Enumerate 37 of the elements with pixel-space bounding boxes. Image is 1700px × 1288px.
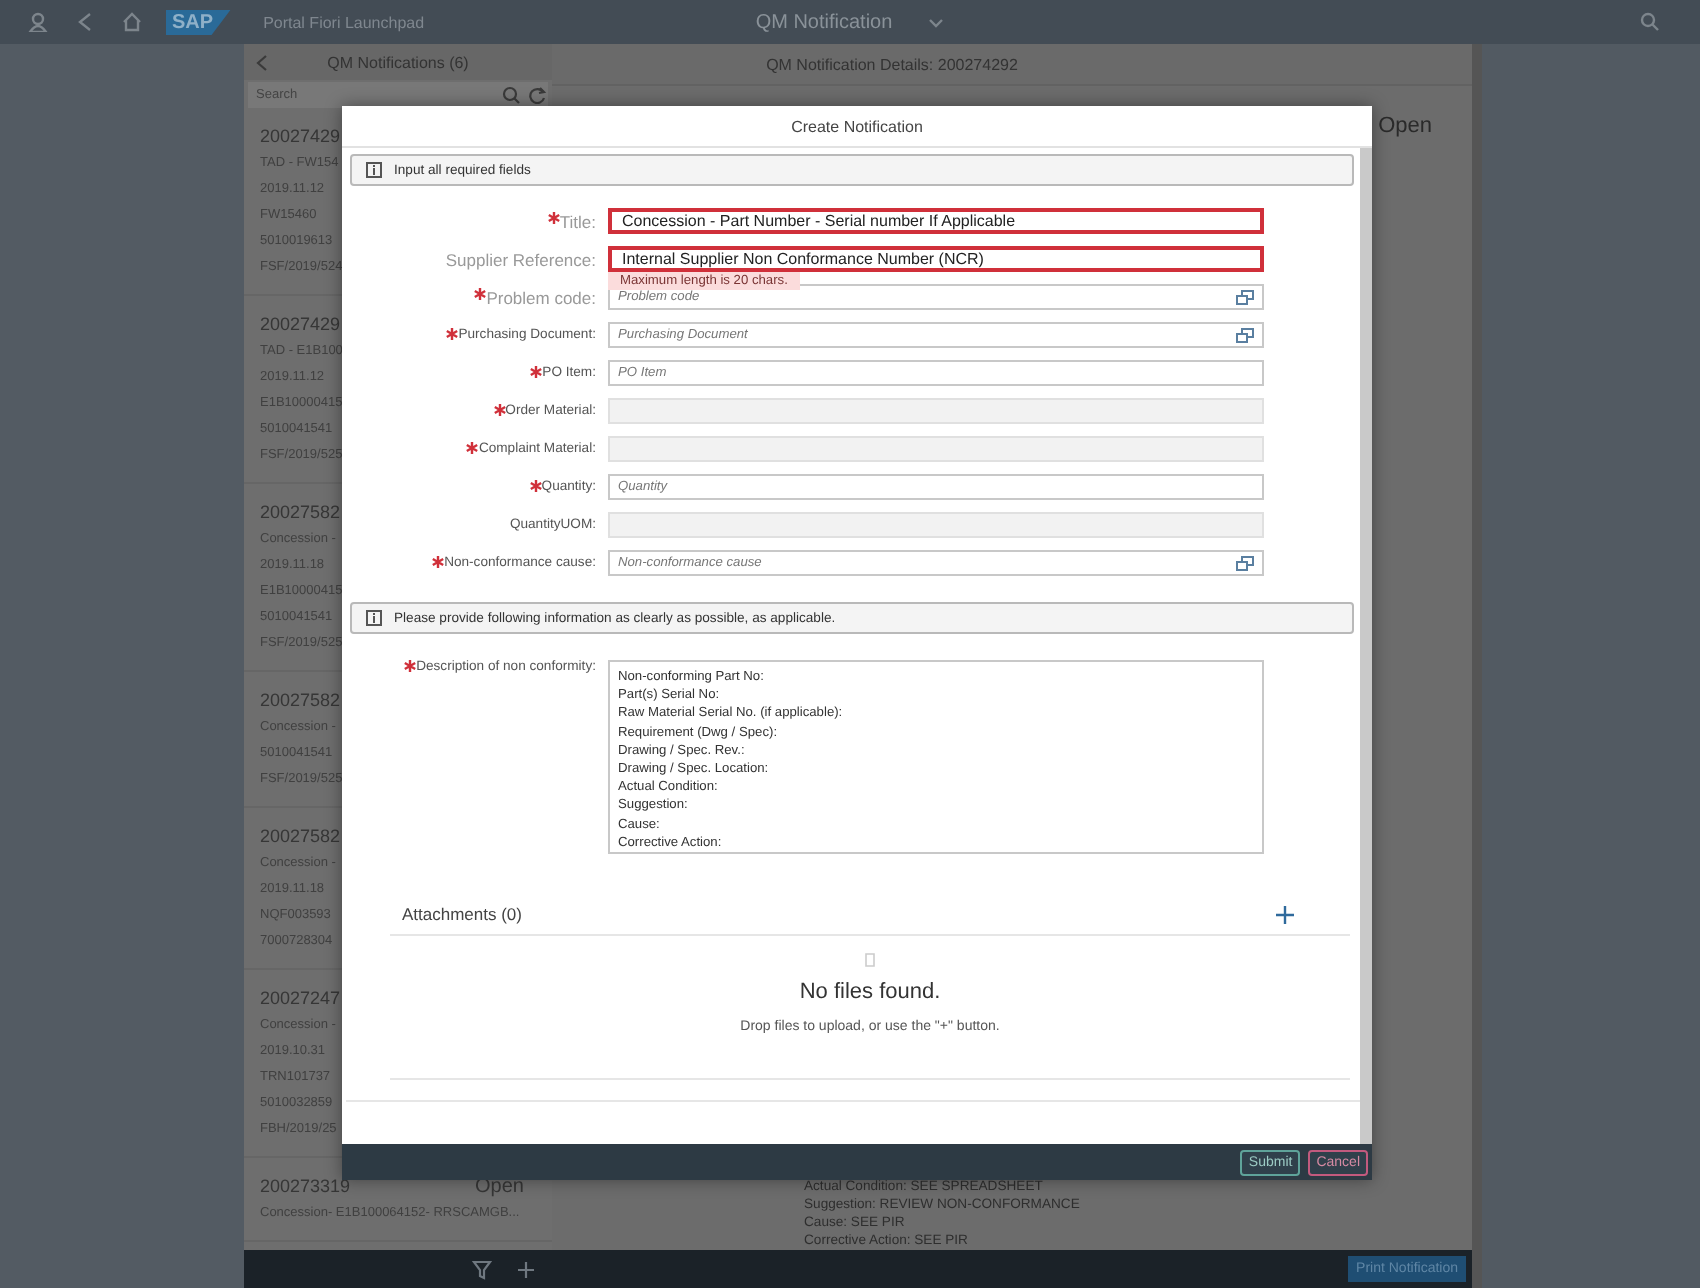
filter-icon[interactable] — [472, 1259, 492, 1279]
notification-number: 20027582 — [260, 690, 341, 710]
add-icon[interactable] — [516, 1259, 536, 1279]
back-icon[interactable] — [76, 12, 94, 32]
launchpad-title: Portal Fiori Launchpad — [263, 13, 425, 31]
info-icon — [366, 162, 382, 178]
search-icon[interactable] — [1640, 12, 1660, 32]
status-text: Open — [1378, 114, 1432, 138]
info-icon — [366, 610, 382, 626]
app-title[interactable]: QM Notification — [755, 11, 893, 33]
search-icon[interactable] — [502, 86, 520, 104]
scrollbar[interactable] — [1360, 148, 1372, 1144]
notification-number: 20027582 — [260, 826, 341, 846]
field-label: Title: — [559, 211, 596, 231]
value-help-icon[interactable] — [1236, 555, 1254, 571]
notification-number: 20027247 — [260, 988, 341, 1008]
chevron-down-icon[interactable] — [928, 16, 945, 28]
add-icon[interactable] — [1276, 905, 1294, 923]
notification-number: 20027582 — [260, 502, 341, 522]
input-field[interactable]: Internal Supplier Non Conformance Number (NCR) — [608, 246, 1264, 272]
back-icon[interactable] — [256, 53, 268, 71]
empty-title: No files found. — [799, 980, 941, 1004]
input-field[interactable]: Concession - Part Number - Serial number If Applicable — [608, 208, 1264, 234]
value-help-icon[interactable] — [1236, 327, 1254, 343]
refresh-icon[interactable] — [528, 86, 548, 104]
attachments-title: Attachments (0) — [402, 904, 522, 924]
notification-number: 200273319 — [260, 1176, 351, 1196]
document-icon — [864, 952, 876, 968]
field-label: Supplier Reference: — [445, 249, 596, 269]
user-icon[interactable] — [28, 12, 48, 32]
value-help-icon[interactable] — [1236, 289, 1254, 305]
home-icon[interactable] — [122, 12, 142, 32]
sap-logo[interactable]: SAP — [166, 9, 232, 35]
notification-number: 20027429 — [260, 314, 341, 334]
notification-number: 20027429 — [260, 126, 341, 146]
dialog-title: Create Notification — [342, 106, 1372, 148]
field-label: Problem code: — [486, 287, 596, 307]
